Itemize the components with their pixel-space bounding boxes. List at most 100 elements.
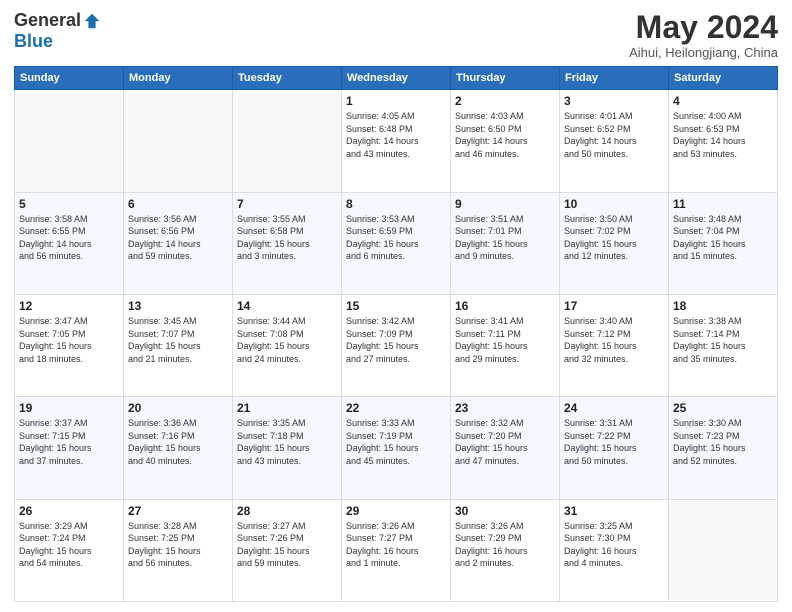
calendar-day-cell: 17Sunrise: 3:40 AM Sunset: 7:12 PM Dayli… — [560, 294, 669, 396]
calendar-day-cell: 27Sunrise: 3:28 AM Sunset: 7:25 PM Dayli… — [124, 499, 233, 601]
day-number: 25 — [673, 401, 773, 415]
day-info: Sunrise: 3:38 AM Sunset: 7:14 PM Dayligh… — [673, 315, 773, 365]
calendar-day-header: Tuesday — [233, 67, 342, 90]
calendar-day-cell: 24 Sunrise: 3:31 AM Sunset: 7:22 PM Dayli… — [560, 397, 669, 499]
day-info: Sunrise: 4:00 AM Sunset: 6:53 PM Dayligh… — [673, 110, 773, 160]
calendar-day-cell: 11 Sunrise: 3:48 AM Sunset: 7:04 PM Dayli… — [669, 192, 778, 294]
logo-general-text: General — [14, 10, 81, 31]
day-number: 23 — [455, 401, 555, 415]
day-number: 5 — [19, 197, 119, 211]
day-number: 28 — [237, 504, 337, 518]
day-info: Sunrise: 3:58 AM Sunset: 6:55 PM Dayligh… — [19, 213, 119, 263]
logo-blue-text: Blue — [14, 31, 53, 52]
day-info: Sunrise: 3:53 AM Sunset: 6:59 PM Dayligh… — [346, 213, 446, 263]
day-info: Sunrise: 3:40 AM Sunset: 7:12 PM Dayligh… — [564, 315, 664, 365]
calendar-day-cell: 9Sunrise: 3:51 AM Sunset: 7:01 PM Daylig… — [451, 192, 560, 294]
day-number: 30 — [455, 504, 555, 518]
calendar-week-row: 19 Sunrise: 3:37 AM Sunset: 7:15 PM Dayli… — [15, 397, 778, 499]
main-title: May 2024 — [629, 10, 778, 45]
day-info: Sunrise: 3:47 AM Sunset: 7:05 PM Dayligh… — [19, 315, 119, 365]
day-number: 16 — [455, 299, 555, 313]
day-number: 15 — [346, 299, 446, 313]
calendar-day-cell: 23 Sunrise: 3:32 AM Sunset: 7:20 PM Dayli… — [451, 397, 560, 499]
calendar-day-cell: 21Sunrise: 3:35 AM Sunset: 7:18 PM Dayli… — [233, 397, 342, 499]
day-info: Sunrise: 3:45 AM Sunset: 7:07 PM Dayligh… — [128, 315, 228, 365]
day-info: Sunrise: 4:05 AM Sunset: 6:48 PM Dayligh… — [346, 110, 446, 160]
calendar-day-cell: 16 Sunrise: 3:41 AM Sunset: 7:11 PM Dayli… — [451, 294, 560, 396]
day-info: Sunrise: 3:32 AM Sunset: 7:20 PM Dayligh… — [455, 417, 555, 467]
calendar-day-cell: 15Sunrise: 3:42 AM Sunset: 7:09 PM Dayli… — [342, 294, 451, 396]
day-info: Sunrise: 4:03 AM Sunset: 6:50 PM Dayligh… — [455, 110, 555, 160]
day-info: Sunrise: 3:36 AM Sunset: 7:16 PM Dayligh… — [128, 417, 228, 467]
day-number: 10 — [564, 197, 664, 211]
calendar-day-cell: 26Sunrise: 3:29 AM Sunset: 7:24 PM Dayli… — [15, 499, 124, 601]
day-info: Sunrise: 3:35 AM Sunset: 7:18 PM Dayligh… — [237, 417, 337, 467]
day-number: 6 — [128, 197, 228, 211]
calendar-day-cell: 20Sunrise: 3:36 AM Sunset: 7:16 PM Dayli… — [124, 397, 233, 499]
calendar-day-cell: 29 Sunrise: 3:26 AM Sunset: 7:27 PM Dayli… — [342, 499, 451, 601]
day-info: Sunrise: 3:51 AM Sunset: 7:01 PM Dayligh… — [455, 213, 555, 263]
day-info: Sunrise: 3:50 AM Sunset: 7:02 PM Dayligh… — [564, 213, 664, 263]
calendar-day-cell: 31 Sunrise: 3:25 AM Sunset: 7:30 PM Dayli… — [560, 499, 669, 601]
day-info: Sunrise: 3:25 AM Sunset: 7:30 PM Dayligh… — [564, 520, 664, 570]
calendar-day-cell — [669, 499, 778, 601]
day-number: 22 — [346, 401, 446, 415]
day-number: 8 — [346, 197, 446, 211]
day-info: Sunrise: 3:27 AM Sunset: 7:26 PM Dayligh… — [237, 520, 337, 570]
calendar-day-header: Wednesday — [342, 67, 451, 90]
day-info: Sunrise: 3:28 AM Sunset: 7:25 PM Dayligh… — [128, 520, 228, 570]
calendar-header-row: SundayMondayTuesdayWednesdayThursdayFrid… — [15, 67, 778, 90]
day-info: Sunrise: 3:55 AM Sunset: 6:58 PM Dayligh… — [237, 213, 337, 263]
calendar-week-row: 26Sunrise: 3:29 AM Sunset: 7:24 PM Dayli… — [15, 499, 778, 601]
day-info: Sunrise: 3:26 AM Sunset: 7:27 PM Dayligh… — [346, 520, 446, 570]
day-number: 18 — [673, 299, 773, 313]
calendar-day-cell: 3 Sunrise: 4:01 AM Sunset: 6:52 PM Daylig… — [560, 90, 669, 192]
calendar-day-cell: 2 Sunrise: 4:03 AM Sunset: 6:50 PM Daylig… — [451, 90, 560, 192]
day-number: 7 — [237, 197, 337, 211]
day-info: Sunrise: 3:56 AM Sunset: 6:56 PM Dayligh… — [128, 213, 228, 263]
day-number: 11 — [673, 197, 773, 211]
calendar-day-cell: 13 Sunrise: 3:45 AM Sunset: 7:07 PM Dayli… — [124, 294, 233, 396]
calendar-day-cell: 18 Sunrise: 3:38 AM Sunset: 7:14 PM Dayli… — [669, 294, 778, 396]
logo-icon — [83, 12, 101, 30]
calendar-day-cell: 10 Sunrise: 3:50 AM Sunset: 7:02 PM Dayli… — [560, 192, 669, 294]
day-info: Sunrise: 3:48 AM Sunset: 7:04 PM Dayligh… — [673, 213, 773, 263]
day-info: Sunrise: 4:01 AM Sunset: 6:52 PM Dayligh… — [564, 110, 664, 160]
calendar-day-cell: 7 Sunrise: 3:55 AM Sunset: 6:58 PM Daylig… — [233, 192, 342, 294]
calendar-day-header: Friday — [560, 67, 669, 90]
calendar-day-cell: 5 Sunrise: 3:58 AM Sunset: 6:55 PM Daylig… — [15, 192, 124, 294]
day-number: 29 — [346, 504, 446, 518]
calendar-week-row: 1 Sunrise: 4:05 AM Sunset: 6:48 PM Daylig… — [15, 90, 778, 192]
calendar-day-header: Monday — [124, 67, 233, 90]
day-info: Sunrise: 3:26 AM Sunset: 7:29 PM Dayligh… — [455, 520, 555, 570]
calendar-day-cell — [15, 90, 124, 192]
calendar-day-cell: 28 Sunrise: 3:27 AM Sunset: 7:26 PM Dayli… — [233, 499, 342, 601]
day-number: 3 — [564, 94, 664, 108]
day-number: 12 — [19, 299, 119, 313]
calendar-day-cell — [233, 90, 342, 192]
day-number: 13 — [128, 299, 228, 313]
calendar-day-cell: 6 Sunrise: 3:56 AM Sunset: 6:56 PM Daylig… — [124, 192, 233, 294]
day-number: 2 — [455, 94, 555, 108]
calendar-day-cell: 19 Sunrise: 3:37 AM Sunset: 7:15 PM Dayli… — [15, 397, 124, 499]
day-number: 19 — [19, 401, 119, 415]
day-number: 4 — [673, 94, 773, 108]
day-number: 31 — [564, 504, 664, 518]
day-number: 24 — [564, 401, 664, 415]
calendar-day-cell: 4 Sunrise: 4:00 AM Sunset: 6:53 PM Daylig… — [669, 90, 778, 192]
day-number: 1 — [346, 94, 446, 108]
calendar-day-header: Sunday — [15, 67, 124, 90]
calendar-day-cell: 22Sunrise: 3:33 AM Sunset: 7:19 PM Dayli… — [342, 397, 451, 499]
calendar-table: SundayMondayTuesdayWednesdayThursdayFrid… — [14, 66, 778, 602]
page: General Blue May 2024 Aihui, Heilongjian… — [0, 0, 792, 612]
day-number: 26 — [19, 504, 119, 518]
calendar-day-cell: 12 Sunrise: 3:47 AM Sunset: 7:05 PM Dayli… — [15, 294, 124, 396]
calendar-day-cell: 30 Sunrise: 3:26 AM Sunset: 7:29 PM Dayli… — [451, 499, 560, 601]
calendar-day-cell — [124, 90, 233, 192]
day-info: Sunrise: 3:37 AM Sunset: 7:15 PM Dayligh… — [19, 417, 119, 467]
calendar-day-cell: 1 Sunrise: 4:05 AM Sunset: 6:48 PM Daylig… — [342, 90, 451, 192]
day-info: Sunrise: 3:41 AM Sunset: 7:11 PM Dayligh… — [455, 315, 555, 365]
calendar-day-header: Thursday — [451, 67, 560, 90]
day-info: Sunrise: 3:31 AM Sunset: 7:22 PM Dayligh… — [564, 417, 664, 467]
day-number: 14 — [237, 299, 337, 313]
